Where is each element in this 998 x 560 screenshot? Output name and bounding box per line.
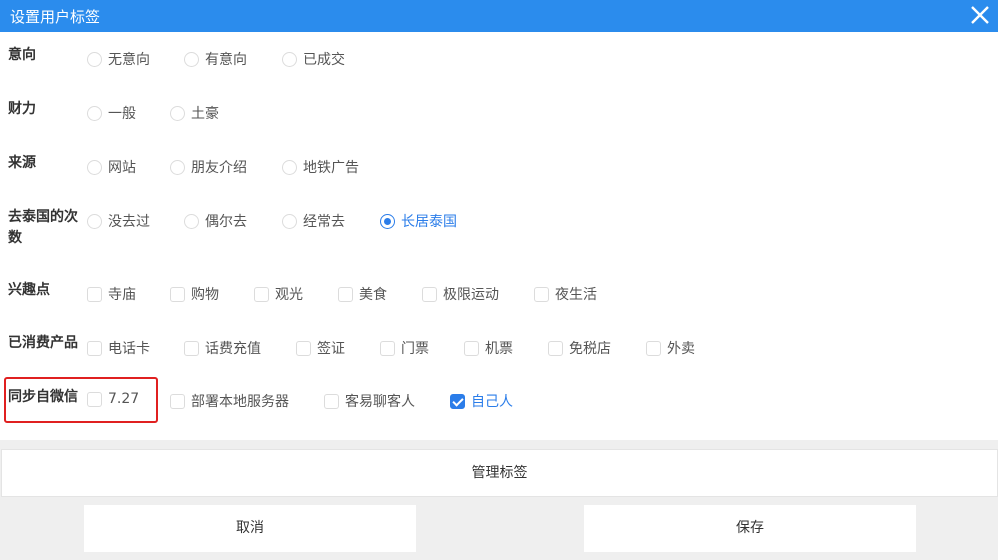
option-label: 购物 <box>191 287 219 303</box>
option-label: 寺庙 <box>108 287 136 303</box>
checkbox-option[interactable]: 客易聊客人 <box>324 391 415 411</box>
radio-button[interactable] <box>170 105 185 121</box>
option-label: 极限运动 <box>443 287 499 303</box>
option-label: 自己人 <box>471 394 513 410</box>
checkbox-option[interactable]: 机票 <box>464 338 513 358</box>
radio-button[interactable] <box>380 213 395 229</box>
radio-option[interactable]: 网站 <box>87 157 136 177</box>
radio-button[interactable] <box>170 159 185 175</box>
option-label: 话费充值 <box>205 341 261 357</box>
option-label: 客易聊客人 <box>345 394 415 410</box>
radio-option[interactable]: 已成交 <box>282 49 345 69</box>
radio-option[interactable]: 地铁广告 <box>282 157 359 177</box>
checkbox[interactable] <box>324 393 339 409</box>
cancel-button[interactable]: 取消 <box>84 505 416 552</box>
radio-option[interactable]: 偶尔去 <box>184 211 247 231</box>
checkbox-option[interactable]: 自己人 <box>450 391 513 411</box>
option-label: 签证 <box>317 341 345 357</box>
checkbox-option[interactable]: 外卖 <box>646 338 695 358</box>
group-label: 来源 <box>8 155 36 171</box>
radio-option[interactable]: 朋友介绍 <box>170 157 247 177</box>
checkbox[interactable] <box>184 340 199 356</box>
dialog-header: 设置用户标签 <box>0 0 998 32</box>
option-label: 门票 <box>401 341 429 357</box>
radio-option[interactable]: 没去过 <box>87 211 150 231</box>
radio-option[interactable]: 经常去 <box>282 211 345 231</box>
option-label: 无意向 <box>108 52 150 68</box>
option-label: 地铁广告 <box>303 160 359 176</box>
checkbox[interactable] <box>254 286 269 302</box>
highlight-box <box>4 377 158 423</box>
checkbox-option[interactable]: 部署本地服务器 <box>170 391 289 411</box>
radio-option[interactable]: 土豪 <box>170 103 219 123</box>
checkbox[interactable] <box>450 393 465 409</box>
checkbox[interactable] <box>170 393 185 409</box>
checkbox[interactable] <box>296 340 311 356</box>
checkbox[interactable] <box>646 340 661 356</box>
group-label: 意向 <box>8 47 36 63</box>
radio-button[interactable] <box>184 213 199 229</box>
checkbox-option[interactable]: 寺庙 <box>87 284 136 304</box>
option-label: 免税店 <box>569 341 611 357</box>
option-label: 部署本地服务器 <box>191 394 289 410</box>
radio-button[interactable] <box>87 213 102 229</box>
checkbox[interactable] <box>338 286 353 302</box>
checkbox-option[interactable]: 电话卡 <box>87 338 150 358</box>
group-label: 兴趣点 <box>8 282 50 298</box>
checkbox-option[interactable]: 美食 <box>338 284 387 304</box>
checkbox-option[interactable]: 话费充值 <box>184 338 261 358</box>
save-button[interactable]: 保存 <box>584 505 916 552</box>
checkbox-option[interactable]: 购物 <box>170 284 219 304</box>
radio-button[interactable] <box>282 51 297 67</box>
option-label: 美食 <box>359 287 387 303</box>
option-label: 夜生活 <box>555 287 597 303</box>
checkbox-option[interactable]: 签证 <box>296 338 345 358</box>
option-label: 长居泰国 <box>401 214 457 230</box>
option-label: 有意向 <box>205 52 247 68</box>
checkbox-option[interactable]: 门票 <box>380 338 429 358</box>
option-label: 偶尔去 <box>205 214 247 230</box>
close-icon[interactable] <box>968 3 992 27</box>
radio-button[interactable] <box>184 51 199 67</box>
option-label: 观光 <box>275 287 303 303</box>
radio-button[interactable] <box>282 213 297 229</box>
radio-button[interactable] <box>87 105 102 121</box>
radio-option[interactable]: 长居泰国 <box>380 211 457 231</box>
checkbox[interactable] <box>464 340 479 356</box>
checkbox-option[interactable]: 夜生活 <box>534 284 597 304</box>
option-label: 一般 <box>108 106 136 122</box>
radio-option[interactable]: 无意向 <box>87 49 150 69</box>
radio-option[interactable]: 一般 <box>87 103 136 123</box>
option-label: 经常去 <box>303 214 345 230</box>
group-label: 财力 <box>8 101 36 117</box>
dialog-title: 设置用户标签 <box>10 8 101 26</box>
option-label: 网站 <box>108 160 136 176</box>
group-label: 已消费产品 <box>8 335 78 351</box>
group-label: 去泰国的次数 <box>8 209 78 246</box>
checkbox[interactable] <box>422 286 437 302</box>
checkbox[interactable] <box>534 286 549 302</box>
checkbox-option[interactable]: 极限运动 <box>422 284 499 304</box>
option-label: 外卖 <box>667 341 695 357</box>
checkbox[interactable] <box>170 286 185 302</box>
checkbox[interactable] <box>87 286 102 302</box>
checkbox[interactable] <box>87 340 102 356</box>
radio-button[interactable] <box>87 159 102 175</box>
option-label: 机票 <box>485 341 513 357</box>
radio-button[interactable] <box>282 159 297 175</box>
radio-button[interactable] <box>87 51 102 67</box>
checkbox[interactable] <box>380 340 395 356</box>
option-label: 已成交 <box>303 52 345 68</box>
radio-option[interactable]: 有意向 <box>184 49 247 69</box>
checkbox-option[interactable]: 免税店 <box>548 338 611 358</box>
option-label: 朋友介绍 <box>191 160 247 176</box>
manage-tags-button[interactable]: 管理标签 <box>1 449 998 497</box>
option-label: 没去过 <box>108 214 150 230</box>
option-label: 土豪 <box>191 106 219 122</box>
checkbox[interactable] <box>548 340 563 356</box>
checkbox-option[interactable]: 观光 <box>254 284 303 304</box>
option-label: 电话卡 <box>108 341 150 357</box>
